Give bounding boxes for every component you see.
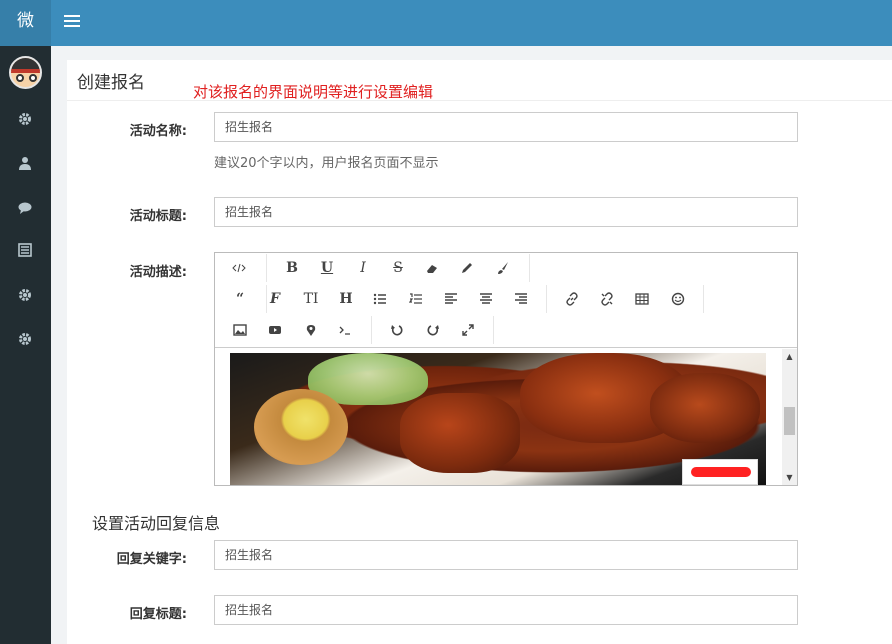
sidebar bbox=[0, 46, 51, 644]
meat-3 bbox=[650, 373, 760, 443]
user-icon[interactable] bbox=[17, 155, 33, 171]
reply-title-input[interactable]: 招生报名 bbox=[214, 595, 798, 625]
annotation-note: 对该报名的界面说明等进行设置编辑 bbox=[193, 83, 434, 101]
undo-icon[interactable] bbox=[383, 316, 411, 344]
unlink-icon[interactable] bbox=[593, 285, 621, 313]
meat-1 bbox=[400, 393, 520, 473]
terminal-icon[interactable] bbox=[331, 316, 359, 344]
scroll-up-arrow-icon[interactable]: ▲ bbox=[782, 349, 797, 364]
list-icon[interactable] bbox=[17, 242, 33, 258]
content-box: 创建报名 对该报名的界面说明等进行设置编辑 活动名称: 招生报名 建议20个字以… bbox=[67, 60, 892, 644]
paintbrush-icon[interactable] bbox=[489, 254, 517, 282]
content-image[interactable] bbox=[230, 353, 766, 485]
activity-title-label: 活动标题: bbox=[129, 209, 187, 224]
gear-icon[interactable] bbox=[17, 331, 33, 347]
font-size-icon[interactable]: TI bbox=[297, 285, 325, 313]
strikethrough-icon[interactable]: S bbox=[384, 254, 412, 282]
redo-icon[interactable] bbox=[419, 316, 447, 344]
scroll-down-arrow-icon[interactable]: ▼ bbox=[782, 470, 797, 485]
ordered-list-icon[interactable] bbox=[402, 285, 430, 313]
bold-icon[interactable]: B bbox=[278, 254, 306, 282]
link-icon[interactable] bbox=[558, 285, 586, 313]
reply-keyword-input[interactable]: 招生报名 bbox=[214, 540, 798, 570]
reply-section-title: 设置活动回复信息 bbox=[92, 514, 221, 533]
align-left-icon[interactable] bbox=[437, 285, 465, 313]
toolbar-separator bbox=[371, 316, 372, 344]
toolbar-separator bbox=[546, 285, 547, 313]
activity-name-label: 活动名称: bbox=[129, 124, 187, 139]
activity-description-label: 活动描述: bbox=[129, 265, 187, 280]
gear-icon[interactable] bbox=[17, 111, 33, 127]
align-center-icon[interactable] bbox=[472, 285, 500, 313]
underline-icon[interactable]: U bbox=[313, 254, 341, 282]
heading-icon[interactable]: H bbox=[332, 285, 360, 313]
pencil-icon[interactable] bbox=[453, 254, 481, 282]
video-icon[interactable] bbox=[261, 316, 289, 344]
image-watermark bbox=[682, 459, 758, 485]
toolbar-separator bbox=[529, 254, 530, 282]
reply-title-label: 回复标题: bbox=[129, 607, 187, 622]
unordered-list-icon[interactable] bbox=[366, 285, 394, 313]
activity-title-input[interactable]: 招生报名 bbox=[214, 197, 798, 227]
scrollbar-thumb[interactable] bbox=[784, 407, 795, 435]
table-icon[interactable] bbox=[628, 285, 656, 313]
editor-toolbar: B U I S “ F TI H bbox=[215, 253, 797, 348]
rich-text-editor[interactable]: B U I S “ F TI H ▲ ▼ bbox=[214, 252, 798, 486]
comment-icon[interactable] bbox=[17, 200, 33, 216]
editor-scrollbar[interactable]: ▲ ▼ bbox=[782, 349, 797, 485]
reply-keyword-label: 回复关键字: bbox=[116, 552, 187, 567]
font-family-icon[interactable]: F bbox=[261, 285, 289, 313]
activity-name-help: 建议20个字以内，用户报名页面不显示 bbox=[214, 156, 439, 171]
italic-icon[interactable]: I bbox=[349, 254, 377, 282]
activity-name-input[interactable]: 招生报名 bbox=[214, 112, 798, 142]
align-right-icon[interactable] bbox=[507, 285, 535, 313]
page-title: 创建报名 bbox=[77, 73, 145, 93]
gear-icon[interactable] bbox=[17, 287, 33, 303]
code-view-icon[interactable] bbox=[225, 254, 253, 282]
quote-icon[interactable]: “ bbox=[226, 285, 254, 313]
top-navbar: 微 bbox=[0, 0, 892, 46]
editor-content-area[interactable]: ▲ ▼ bbox=[215, 349, 797, 485]
egg bbox=[254, 389, 348, 465]
toolbar-separator bbox=[703, 285, 704, 313]
toolbar-separator bbox=[493, 316, 494, 344]
hamburger-icon[interactable] bbox=[64, 12, 80, 32]
avatar[interactable] bbox=[9, 56, 42, 89]
divider bbox=[67, 100, 892, 101]
logo[interactable]: 微 bbox=[0, 0, 51, 46]
eraser-icon[interactable] bbox=[418, 254, 446, 282]
map-marker-icon[interactable] bbox=[297, 316, 325, 344]
fullscreen-icon[interactable] bbox=[454, 316, 482, 344]
emoticon-icon[interactable] bbox=[664, 285, 692, 313]
toolbar-separator bbox=[266, 254, 267, 282]
image-icon[interactable] bbox=[226, 316, 254, 344]
